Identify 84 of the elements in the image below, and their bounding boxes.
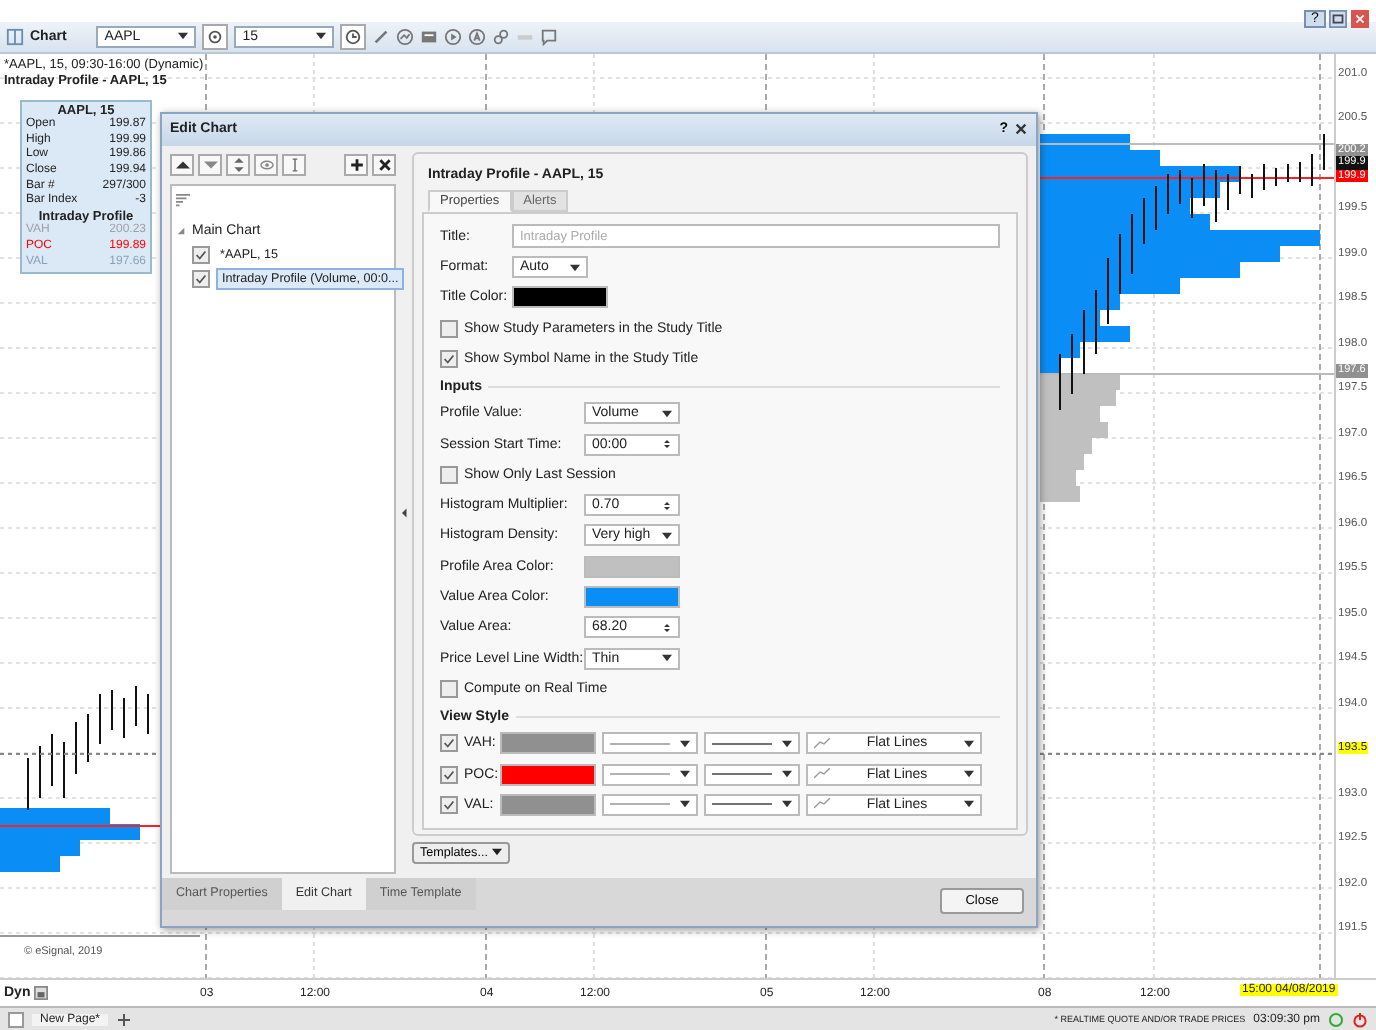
line-sample-icon	[712, 739, 772, 748]
checkbox[interactable]	[192, 270, 210, 289]
checkmark-icon	[442, 736, 456, 751]
caret-icon	[178, 32, 189, 41]
caret-icon	[782, 800, 792, 809]
line-style-dropdown[interactable]	[602, 732, 698, 755]
line-sample-icon	[712, 800, 772, 809]
refresh-icon[interactable]	[1328, 1011, 1344, 1028]
caret-icon	[662, 440, 672, 449]
caret-icon	[680, 800, 690, 809]
caret-icon	[662, 531, 672, 540]
text-cursor-button[interactable]	[282, 154, 306, 177]
line-width-dropdown[interactable]	[704, 793, 800, 816]
line-width-dropdown[interactable]	[704, 732, 800, 755]
line-chart-icon	[814, 798, 830, 811]
line-chart-icon	[814, 737, 830, 750]
color-swatch[interactable]	[500, 732, 596, 755]
line-style-dropdown[interactable]	[602, 793, 698, 816]
restore-icon[interactable]	[1328, 10, 1348, 28]
caret-icon	[662, 654, 672, 663]
checkbox[interactable]	[440, 349, 458, 368]
caret-icon	[782, 739, 792, 748]
checkbox[interactable]	[440, 765, 458, 784]
checkbox[interactable]	[440, 734, 458, 753]
checkmark-icon	[442, 351, 456, 366]
panel-icon	[6, 27, 24, 46]
sort-icon[interactable]	[176, 191, 190, 208]
caret-icon	[680, 770, 690, 779]
close-icon[interactable]	[1014, 122, 1028, 137]
text-cursor-icon	[287, 158, 301, 173]
checkbox[interactable]	[440, 319, 458, 338]
caret-icon	[963, 800, 974, 809]
circle-a-icon[interactable]	[468, 27, 487, 46]
trend-icon[interactable]	[396, 27, 415, 46]
pencil-icon[interactable]	[372, 27, 391, 46]
message-icon[interactable]	[420, 27, 439, 46]
add-button[interactable]	[344, 154, 368, 177]
caret-icon	[680, 739, 690, 748]
visibility-button[interactable]	[254, 154, 278, 177]
color-swatch[interactable]	[500, 793, 596, 816]
lock-icon[interactable]	[34, 985, 49, 1000]
checkbox[interactable]	[440, 795, 458, 814]
checkbox[interactable]	[192, 246, 210, 265]
caret-icon	[782, 770, 792, 779]
line-sample-icon	[610, 800, 670, 809]
color-swatch[interactable]	[584, 586, 680, 609]
caret-icon	[963, 770, 974, 779]
eye-icon	[259, 158, 273, 173]
line-sample-icon	[610, 770, 670, 779]
power-icon[interactable]	[1352, 1011, 1368, 1028]
close-icon	[377, 158, 391, 173]
line-sample-icon	[712, 770, 772, 779]
play-icon[interactable]	[444, 27, 463, 46]
up-down-icon	[231, 158, 245, 173]
plus-icon	[349, 158, 363, 173]
line-chart-icon	[814, 768, 830, 781]
move-button[interactable]	[226, 154, 250, 177]
up-triangle-icon	[175, 158, 189, 173]
line-width-dropdown[interactable]	[704, 763, 800, 786]
add-icon[interactable]	[116, 1011, 133, 1028]
speech-bubble-icon[interactable]	[540, 27, 559, 46]
profile-bar	[0, 807, 110, 824]
line-sample-icon	[610, 739, 670, 748]
checkbox[interactable]	[440, 679, 458, 698]
color-swatch[interactable]	[500, 763, 596, 786]
color-swatch[interactable]	[512, 286, 608, 309]
caret-icon	[662, 501, 672, 510]
collapse-icon[interactable]	[401, 507, 407, 518]
checkbox[interactable]	[8, 1011, 24, 1028]
move-up-button[interactable]	[170, 154, 194, 177]
color-swatch[interactable]	[584, 555, 680, 578]
caret-icon	[662, 409, 672, 418]
delete-button[interactable]	[372, 154, 396, 177]
caret-icon	[491, 848, 502, 857]
down-triangle-icon	[203, 158, 217, 173]
checkbox[interactable]	[440, 465, 458, 484]
link-icon[interactable]	[492, 27, 511, 46]
caret-icon	[316, 32, 327, 41]
caret-icon	[570, 263, 580, 272]
clock-icon[interactable]	[340, 23, 367, 50]
caret-icon	[662, 623, 672, 632]
expand-icon[interactable]	[176, 226, 186, 237]
line-style-dropdown[interactable]	[602, 763, 698, 786]
caret-icon	[963, 739, 974, 748]
